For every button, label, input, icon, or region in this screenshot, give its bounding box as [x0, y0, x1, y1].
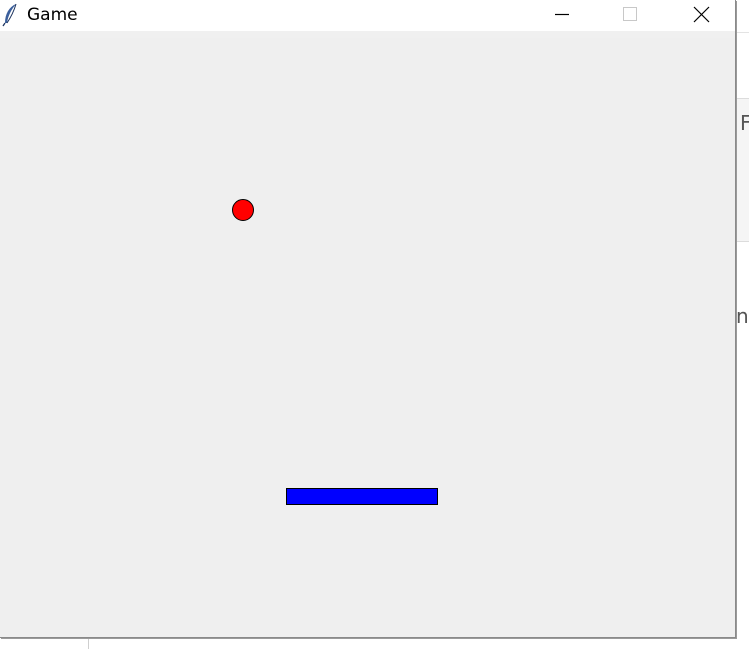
feather-icon: [2, 3, 20, 27]
minimize-button[interactable]: [539, 0, 585, 31]
background-partial-text: n: [736, 304, 749, 328]
ball: [232, 199, 254, 221]
window-title: Game: [27, 5, 78, 25]
background-app-window: F n: [736, 0, 749, 649]
background-partial-text: F: [740, 111, 749, 135]
close-button[interactable]: [679, 0, 725, 31]
game-window: Game: [0, 0, 736, 638]
paddle[interactable]: [286, 488, 438, 505]
maximize-button[interactable]: [607, 0, 653, 31]
title-bar[interactable]: Game: [0, 0, 735, 31]
close-icon: [693, 6, 710, 23]
background-divider: [736, 32, 749, 33]
background-taskbar-edge: [0, 638, 749, 649]
desktop: F n Game: [0, 0, 749, 649]
game-canvas[interactable]: [0, 38, 735, 637]
minimize-icon: [555, 13, 569, 16]
maximize-icon: [623, 7, 637, 21]
background-divider: [88, 638, 89, 649]
